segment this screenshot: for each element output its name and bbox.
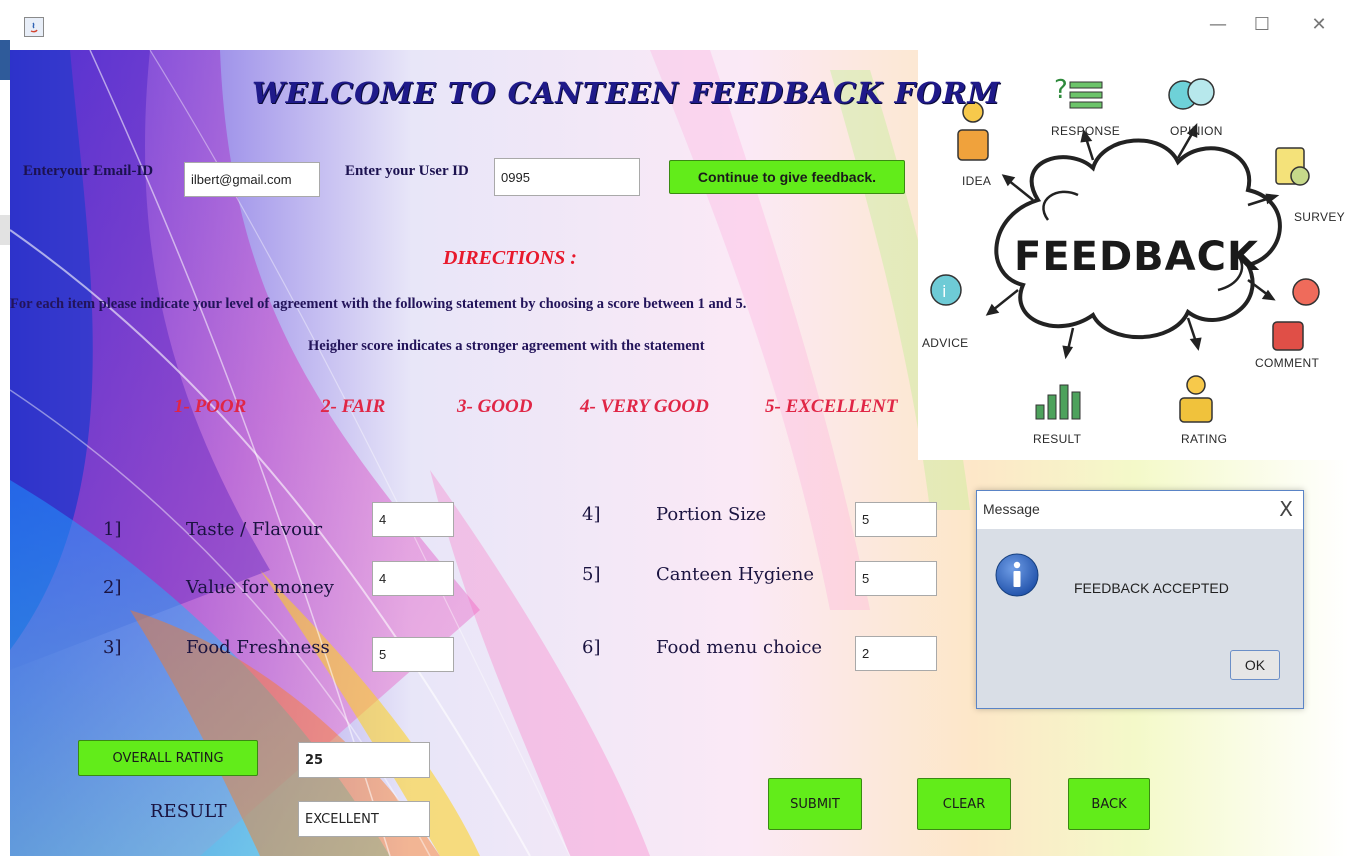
email-label: Enteryour Email-ID	[23, 163, 154, 179]
back-button[interactable]: BACK	[1068, 778, 1150, 830]
dialog-title: Message	[983, 501, 1040, 517]
overall-rating-value[interactable]: 25	[298, 742, 430, 778]
scale-good: 3- GOOD	[457, 396, 533, 417]
graphic-label-idea: IDEA	[962, 174, 992, 188]
window-edge	[0, 40, 10, 80]
window-edge	[0, 215, 10, 245]
directions-line-2: Heigher score indicates a stronger agree…	[308, 338, 705, 354]
graphic-label-advice: ADVICE	[922, 336, 969, 350]
taste-rating-input[interactable]: 4	[372, 502, 454, 537]
userid-label: Enter your User ID	[345, 163, 469, 179]
question-label-taste: Taste / Flavour	[186, 519, 323, 540]
title-bar: — ☐ ✕	[0, 0, 1349, 50]
graphic-label-survey: SURVEY	[1294, 210, 1345, 224]
app-window: — ☐ ✕ ? i FEEDBACK IDEA RESPONSE OPINION…	[0, 0, 1349, 856]
question-label-freshness: Food Freshness	[186, 637, 330, 658]
question-label-hygiene: Canteen Hygiene	[656, 564, 814, 585]
portion-rating-input[interactable]: 5	[855, 502, 937, 537]
graphic-label-response: RESPONSE	[1051, 124, 1121, 138]
scale-very-good: 4- VERY GOOD	[580, 396, 709, 417]
minimize-button[interactable]: —	[1203, 12, 1233, 38]
page-title: WELCOME TO CANTEEN FEEDBACK FORM	[252, 76, 1001, 110]
question-label-menu: Food menu choice	[656, 637, 823, 658]
scale-excellent: 5- EXCELLENT	[765, 396, 898, 417]
close-button[interactable]: ✕	[1304, 12, 1334, 38]
message-dialog: Message X FEEDBACK ACCEPTED OK	[976, 490, 1304, 709]
overall-rating-button[interactable]: OVERALL RATING	[78, 740, 258, 776]
question-number: 2]	[103, 577, 122, 598]
menu-rating-input[interactable]: 2	[855, 636, 937, 671]
info-icon	[995, 553, 1039, 597]
maximize-button[interactable]: ☐	[1247, 12, 1277, 38]
scale-fair: 2- FAIR	[321, 396, 386, 417]
ok-button[interactable]: OK	[1230, 650, 1280, 680]
feedback-graphic-center: FEEDBACK	[1014, 234, 1259, 280]
result-label: RESULT	[150, 801, 227, 822]
email-field[interactable]: ilbert@gmail.com	[184, 162, 320, 197]
hygiene-rating-input[interactable]: 5	[855, 561, 937, 596]
submit-button[interactable]: SUBMIT	[768, 778, 862, 830]
dialog-close-button[interactable]: X	[1279, 497, 1293, 521]
question-number: 4]	[582, 504, 601, 525]
graphic-label-opinion: OPINION	[1170, 124, 1223, 138]
graphic-label-rating: RATING	[1181, 432, 1228, 446]
directions-heading: DIRECTIONS :	[443, 247, 577, 269]
result-value[interactable]: EXCELLENT	[298, 801, 430, 837]
question-number: 5]	[582, 564, 601, 585]
scale-poor: 1- POOR	[174, 396, 247, 417]
directions-line-1: For each item please indicate your level…	[10, 296, 747, 312]
question-label-portion: Portion Size	[656, 504, 767, 525]
question-label-value: Value for money	[186, 577, 334, 598]
userid-field[interactable]: 0995	[494, 158, 640, 196]
freshness-rating-input[interactable]: 5	[372, 637, 454, 672]
continue-button[interactable]: Continue to give feedback.	[669, 160, 905, 194]
java-app-icon	[24, 17, 44, 37]
dialog-title-bar: Message X	[977, 491, 1303, 529]
clear-button[interactable]: CLEAR	[917, 778, 1011, 830]
dialog-message: FEEDBACK ACCEPTED	[1074, 580, 1229, 596]
question-number: 1]	[103, 519, 122, 540]
feedback-illustration: ? i FEEDBACK IDEA RESPONSE OPINION SURVE…	[918, 50, 1349, 460]
value-rating-input[interactable]: 4	[372, 561, 454, 596]
svg-text:?: ?	[1054, 75, 1068, 105]
question-number: 6]	[582, 637, 601, 658]
svg-text:i: i	[942, 282, 946, 301]
graphic-label-result: RESULT	[1033, 432, 1082, 446]
question-number: 3]	[103, 637, 122, 658]
graphic-label-comment: COMMENT	[1255, 356, 1320, 370]
